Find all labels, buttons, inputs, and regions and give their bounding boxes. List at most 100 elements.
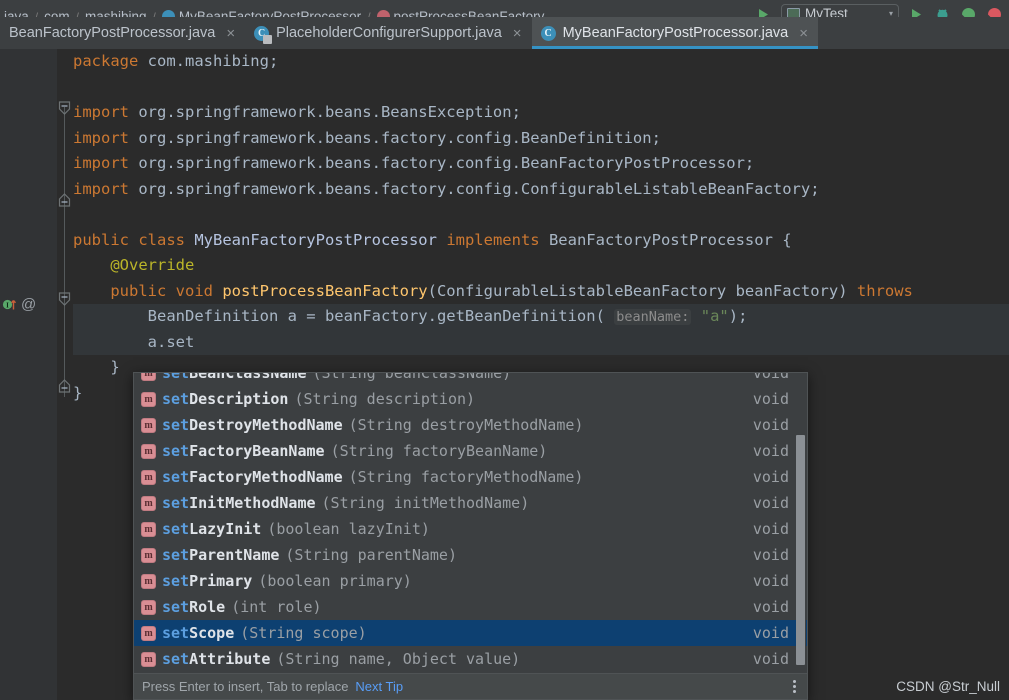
completion-name-rest: Role (189, 598, 226, 616)
breadcrumb-item-label: MyBeanFactoryPostProcessor (178, 9, 362, 17)
code-token: BeanDefinition a = beanFactory.getBeanDe… (73, 307, 615, 325)
completion-item-name: setDescription (162, 390, 288, 408)
completion-item[interactable]: m setPrimary (boolean primary) void (134, 568, 807, 594)
completion-name-rest: ParentName (189, 546, 280, 564)
breadcrumb-item-label: com (44, 9, 70, 17)
completion-item-return-type: void (752, 494, 789, 512)
completion-scrollbar-thumb[interactable] (796, 435, 805, 665)
code-line-3[interactable]: import org.springframework.beans.BeansEx… (73, 100, 1009, 126)
breadcrumb-item-mashibing[interactable]: mashibing (85, 9, 147, 17)
completion-item-params: (String scope) (240, 624, 367, 642)
editor-tab-label: BeanFactoryPostProcessor.java (9, 25, 216, 41)
code-folding-rail[interactable] (57, 49, 73, 700)
close-icon[interactable]: × (226, 25, 235, 42)
completion-item[interactable]: m setDestroyMethodName (String destroyMeth… (134, 412, 807, 438)
code-line-10[interactable]: public void postProcessBeanFactory(Confi… (73, 279, 1009, 305)
completion-item[interactable]: m setInitMethodName (String initMethodName… (134, 490, 807, 516)
code-token: postProcessBeanFactory (222, 281, 428, 300)
completion-item[interactable]: m setFactoryMethodName (String factoryMeth… (134, 464, 807, 490)
completion-item[interactable]: m setBeanClassName (String beanClassName) v… (134, 373, 807, 386)
close-icon[interactable]: × (513, 25, 522, 42)
completion-item-return-type: void (752, 572, 789, 590)
code-token: org.springframework.beans.factory.config… (138, 154, 755, 172)
idea-window: java / com / mashibing / MyBeanFactoryPostProc… (0, 0, 1009, 700)
completion-item[interactable]: m setScope (String scope) void (134, 620, 807, 646)
completion-item[interactable]: m setDescription (String description) void (134, 386, 807, 412)
code-line-6[interactable]: import org.springframework.beans.factory… (73, 177, 1009, 203)
completion-item-name: setRole (162, 598, 225, 616)
breadcrumb-separator: / (367, 9, 371, 18)
next-tip-link[interactable]: Next Tip (355, 679, 403, 694)
completion-item-name: setFactoryBeanName (162, 442, 325, 460)
editor-gutter[interactable]: I @ (0, 49, 57, 700)
svg-text:I: I (6, 302, 9, 310)
code-line-8[interactable]: public class MyBeanFactoryPostProcessor … (73, 228, 1009, 254)
completion-item[interactable]: m setRole (int role) void (134, 594, 807, 620)
abstract-class-icon: C (254, 25, 273, 44)
implementing-method-icon[interactable]: I (2, 297, 17, 312)
editor-tab-label: MyBeanFactoryPostProcessor.java (562, 25, 789, 41)
completion-item-return-type: void (752, 546, 789, 564)
annotation-gutter-icon[interactable]: @ (21, 297, 36, 312)
code-line-4[interactable]: import org.springframework.beans.factory… (73, 126, 1009, 152)
fold-collapse-icon-imports[interactable] (58, 101, 71, 115)
code-line-9[interactable]: @Override (73, 253, 1009, 279)
completion-hint-text: Press Enter to insert, Tab to replace (142, 679, 349, 694)
debug-icon[interactable] (934, 6, 951, 17)
completion-item[interactable]: m setLazyInit (boolean lazyInit) void (134, 516, 807, 542)
fold-collapse-icon-method-end[interactable] (58, 379, 71, 393)
code-line-7[interactable] (73, 202, 1009, 228)
code-token: import (73, 128, 139, 147)
completion-item-return-type: void (752, 520, 789, 538)
completion-item-params: (boolean primary) (258, 572, 412, 590)
completion-list[interactable]: m setBeanClassName (String beanClassName) v… (134, 373, 807, 673)
method-icon: m (141, 599, 156, 615)
code-token: "a" (700, 307, 729, 325)
completion-item[interactable]: m setParentName (String parentName) void (134, 542, 807, 568)
code-token: MyBeanFactoryPostProcessor (194, 230, 437, 249)
breadcrumb-item-mybeanfactorypostprocessor[interactable]: MyBeanFactoryPostProcessor (161, 9, 362, 17)
chevron-down-icon[interactable]: ▾ (889, 9, 893, 17)
breadcrumb-item-java[interactable]: java (4, 9, 29, 17)
editor-tab-1[interactable]: BeanFactoryPostProcessor.java × (0, 17, 245, 49)
breadcrumb-item-label: postProcessBeanFactory (393, 9, 545, 17)
code-token: org.springframework.beans.factory.config… (138, 179, 820, 198)
code-line-1[interactable]: package com.mashibing; (73, 49, 1009, 75)
code-completion-popup[interactable]: m setBeanClassName (String beanClassName) v… (133, 372, 808, 700)
code-line-5[interactable]: import org.springframework.beans.factory… (73, 151, 1009, 177)
completion-item-name: setBeanClassName (162, 373, 307, 382)
completion-item-params: (String beanClassName) (312, 373, 512, 382)
run-arrow-icon[interactable] (755, 6, 772, 17)
run-icon[interactable] (908, 6, 925, 17)
code-line-2[interactable] (73, 75, 1009, 101)
fold-collapse-icon-method[interactable] (58, 292, 71, 306)
completion-item-name: setLazyInit (162, 520, 261, 538)
completion-match-prefix: set (162, 494, 190, 512)
code-token: } (73, 358, 120, 376)
profile-icon[interactable] (986, 6, 1003, 17)
kebab-menu-icon[interactable] (793, 680, 799, 693)
editor-tab-2[interactable]: C PlaceholderConfigurerSupport.java × (245, 17, 531, 49)
completion-item-return-type: void (752, 416, 789, 434)
close-icon[interactable]: × (799, 25, 808, 42)
completion-scrollbar[interactable] (796, 373, 806, 673)
run-configuration-selector[interactable]: MyTest ▾ (781, 4, 899, 17)
breadcrumb-item-postprocessbeanfactory[interactable]: postProcessBeanFactory (376, 9, 545, 17)
completion-name-rest: DestroyMethodName (189, 416, 343, 434)
class-icon: C (540, 25, 556, 41)
method-icon: m (141, 625, 156, 641)
completion-match-prefix: set (162, 468, 190, 486)
code-token: a.set (73, 332, 195, 351)
code-line-11[interactable]: BeanDefinition a = beanFactory.getBeanDe… (73, 304, 1009, 330)
fold-collapse-icon-imports-end[interactable] (58, 193, 71, 207)
code-token: throws (856, 281, 913, 300)
code-line-12[interactable]: a.set (73, 329, 1009, 355)
completion-name-rest: Description (189, 390, 289, 408)
run-with-coverage-icon[interactable] (960, 6, 977, 17)
breadcrumb-item-com[interactable]: com (44, 9, 70, 17)
completion-item[interactable]: m setAttribute (String name, Object value)… (134, 646, 807, 672)
editor-tab-3[interactable]: C MyBeanFactoryPostProcessor.java × (531, 17, 819, 49)
completion-item[interactable]: m setFactoryBeanName (String factoryBeanNa… (134, 438, 807, 464)
